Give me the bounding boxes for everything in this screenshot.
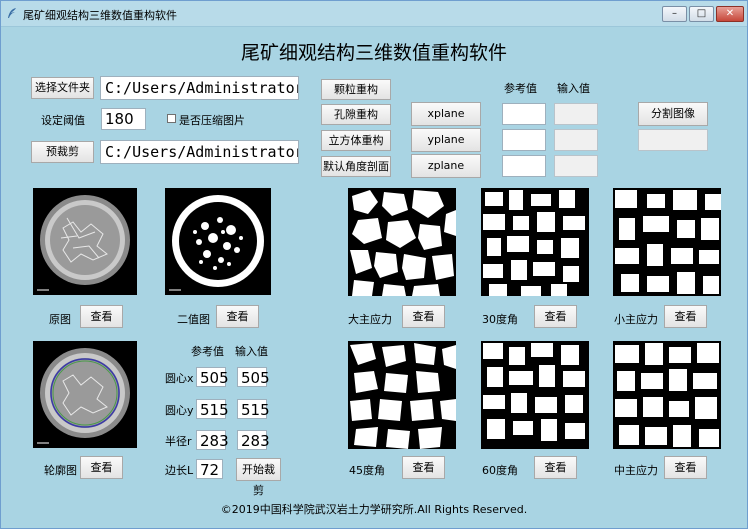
zplane-button[interactable]: zplane	[411, 154, 481, 178]
minimize-button[interactable]: –	[662, 6, 687, 22]
zplane-ref-field[interactable]	[502, 155, 546, 177]
crop-input-header: 输入值	[235, 345, 268, 358]
deg45-label: 45度角	[349, 464, 385, 477]
middle-stress-section-image	[613, 341, 721, 449]
select-folder-button[interactable]: 选择文件夹	[31, 77, 94, 99]
split-image-button[interactable]: 分割图像	[638, 102, 708, 126]
center-x-input-field[interactable]: 505	[237, 367, 270, 387]
maximize-button[interactable]: □	[689, 6, 714, 22]
window-title: 尾矿细观结构三维数值重构软件	[23, 9, 177, 22]
center-y-ref-field[interactable]: 515	[196, 399, 229, 419]
threshold-label: 设定阈值	[41, 114, 85, 127]
deg60-label: 60度角	[482, 464, 518, 477]
folder-path-field[interactable]: C:/Users/Administrator.QH-	[100, 76, 299, 100]
compress-checkbox[interactable]	[167, 114, 176, 123]
middle-stress-label: 中主应力	[614, 464, 658, 477]
major-stress-label: 大主应力	[348, 313, 392, 326]
plane-input-header: 输入值	[557, 82, 590, 95]
default-angle-section-button[interactable]: 默认角度剖面	[321, 156, 391, 177]
crop-ref-header: 参考值	[191, 345, 224, 358]
radius-label: 半径r	[165, 435, 192, 448]
deg30-section-image	[481, 188, 589, 296]
deg45-view-button[interactable]: 查看	[402, 456, 445, 479]
minor-stress-label: 小主应力	[614, 313, 658, 326]
page-title: 尾矿细观结构三维数值重构软件	[240, 42, 507, 64]
side-length-input[interactable]: 72	[196, 459, 223, 479]
minor-stress-view-button[interactable]: 查看	[664, 305, 707, 328]
radius-ref-field[interactable]: 283	[196, 430, 229, 450]
major-stress-section-image	[348, 188, 456, 296]
yplane-button[interactable]: yplane	[411, 128, 481, 152]
yplane-ref-field[interactable]	[502, 129, 546, 151]
deg30-view-button[interactable]: 查看	[534, 305, 577, 328]
deg60-section-image	[481, 341, 589, 449]
xplane-button[interactable]: xplane	[411, 102, 481, 126]
middle-stress-view-button[interactable]: 查看	[664, 456, 707, 479]
binary-view-button[interactable]: 查看	[216, 305, 259, 328]
binary-image-label: 二值图	[177, 313, 210, 326]
threshold-input[interactable]: 180	[101, 108, 146, 130]
pore-reconstruct-button[interactable]: 孔隙重构	[321, 104, 391, 125]
feather-icon	[8, 8, 16, 18]
start-crop-button[interactable]: 开始裁剪	[236, 458, 281, 497]
cube-reconstruct-button[interactable]: 立方体重构	[321, 130, 391, 151]
yplane-input-field[interactable]	[554, 129, 598, 151]
deg60-view-button[interactable]: 查看	[534, 456, 577, 479]
title-bar: 尾矿细观结构三维数值重构软件 – □ ✕	[1, 1, 747, 27]
app-window: 尾矿细观结构三维数值重构软件 – □ ✕ 尾矿细观结构三维数值重构软件 选择文件…	[0, 0, 748, 529]
original-view-button[interactable]: 查看	[80, 305, 123, 328]
contour-image-label: 轮廓图	[44, 464, 77, 477]
compress-label: 是否压缩图片	[179, 114, 245, 127]
close-button[interactable]: ✕	[716, 6, 744, 22]
radius-input-field[interactable]: 283	[237, 430, 270, 450]
plane-ref-header: 参考值	[504, 82, 537, 95]
major-stress-view-button[interactable]: 查看	[402, 305, 445, 328]
contour-image	[33, 341, 137, 448]
deg45-section-image	[348, 341, 456, 449]
center-x-label: 圆心x	[165, 372, 194, 385]
center-x-ref-field[interactable]: 505	[196, 367, 229, 387]
original-image	[33, 188, 137, 295]
center-y-input-field[interactable]: 515	[237, 399, 270, 419]
side-length-label: 边长L	[165, 464, 194, 477]
binary-image	[165, 188, 271, 295]
split-image-field[interactable]	[638, 129, 708, 151]
original-image-label: 原图	[49, 313, 71, 326]
precrop-path-field[interactable]: C:/Users/Administrator.QH-	[100, 140, 299, 164]
contour-view-button[interactable]: 查看	[80, 456, 123, 479]
center-y-label: 圆心y	[165, 404, 194, 417]
particle-reconstruct-button[interactable]: 颗粒重构	[321, 79, 391, 100]
xplane-input-field[interactable]	[554, 103, 598, 125]
precrop-button[interactable]: 预裁剪	[31, 141, 94, 163]
zplane-input-field[interactable]	[554, 155, 598, 177]
xplane-ref-field[interactable]	[502, 103, 546, 125]
minor-stress-section-image	[613, 188, 721, 296]
copyright-footer: ©2019中国科学院武汉岩土力学研究所.All Rights Reserved.	[220, 503, 528, 516]
deg30-label: 30度角	[482, 313, 518, 326]
